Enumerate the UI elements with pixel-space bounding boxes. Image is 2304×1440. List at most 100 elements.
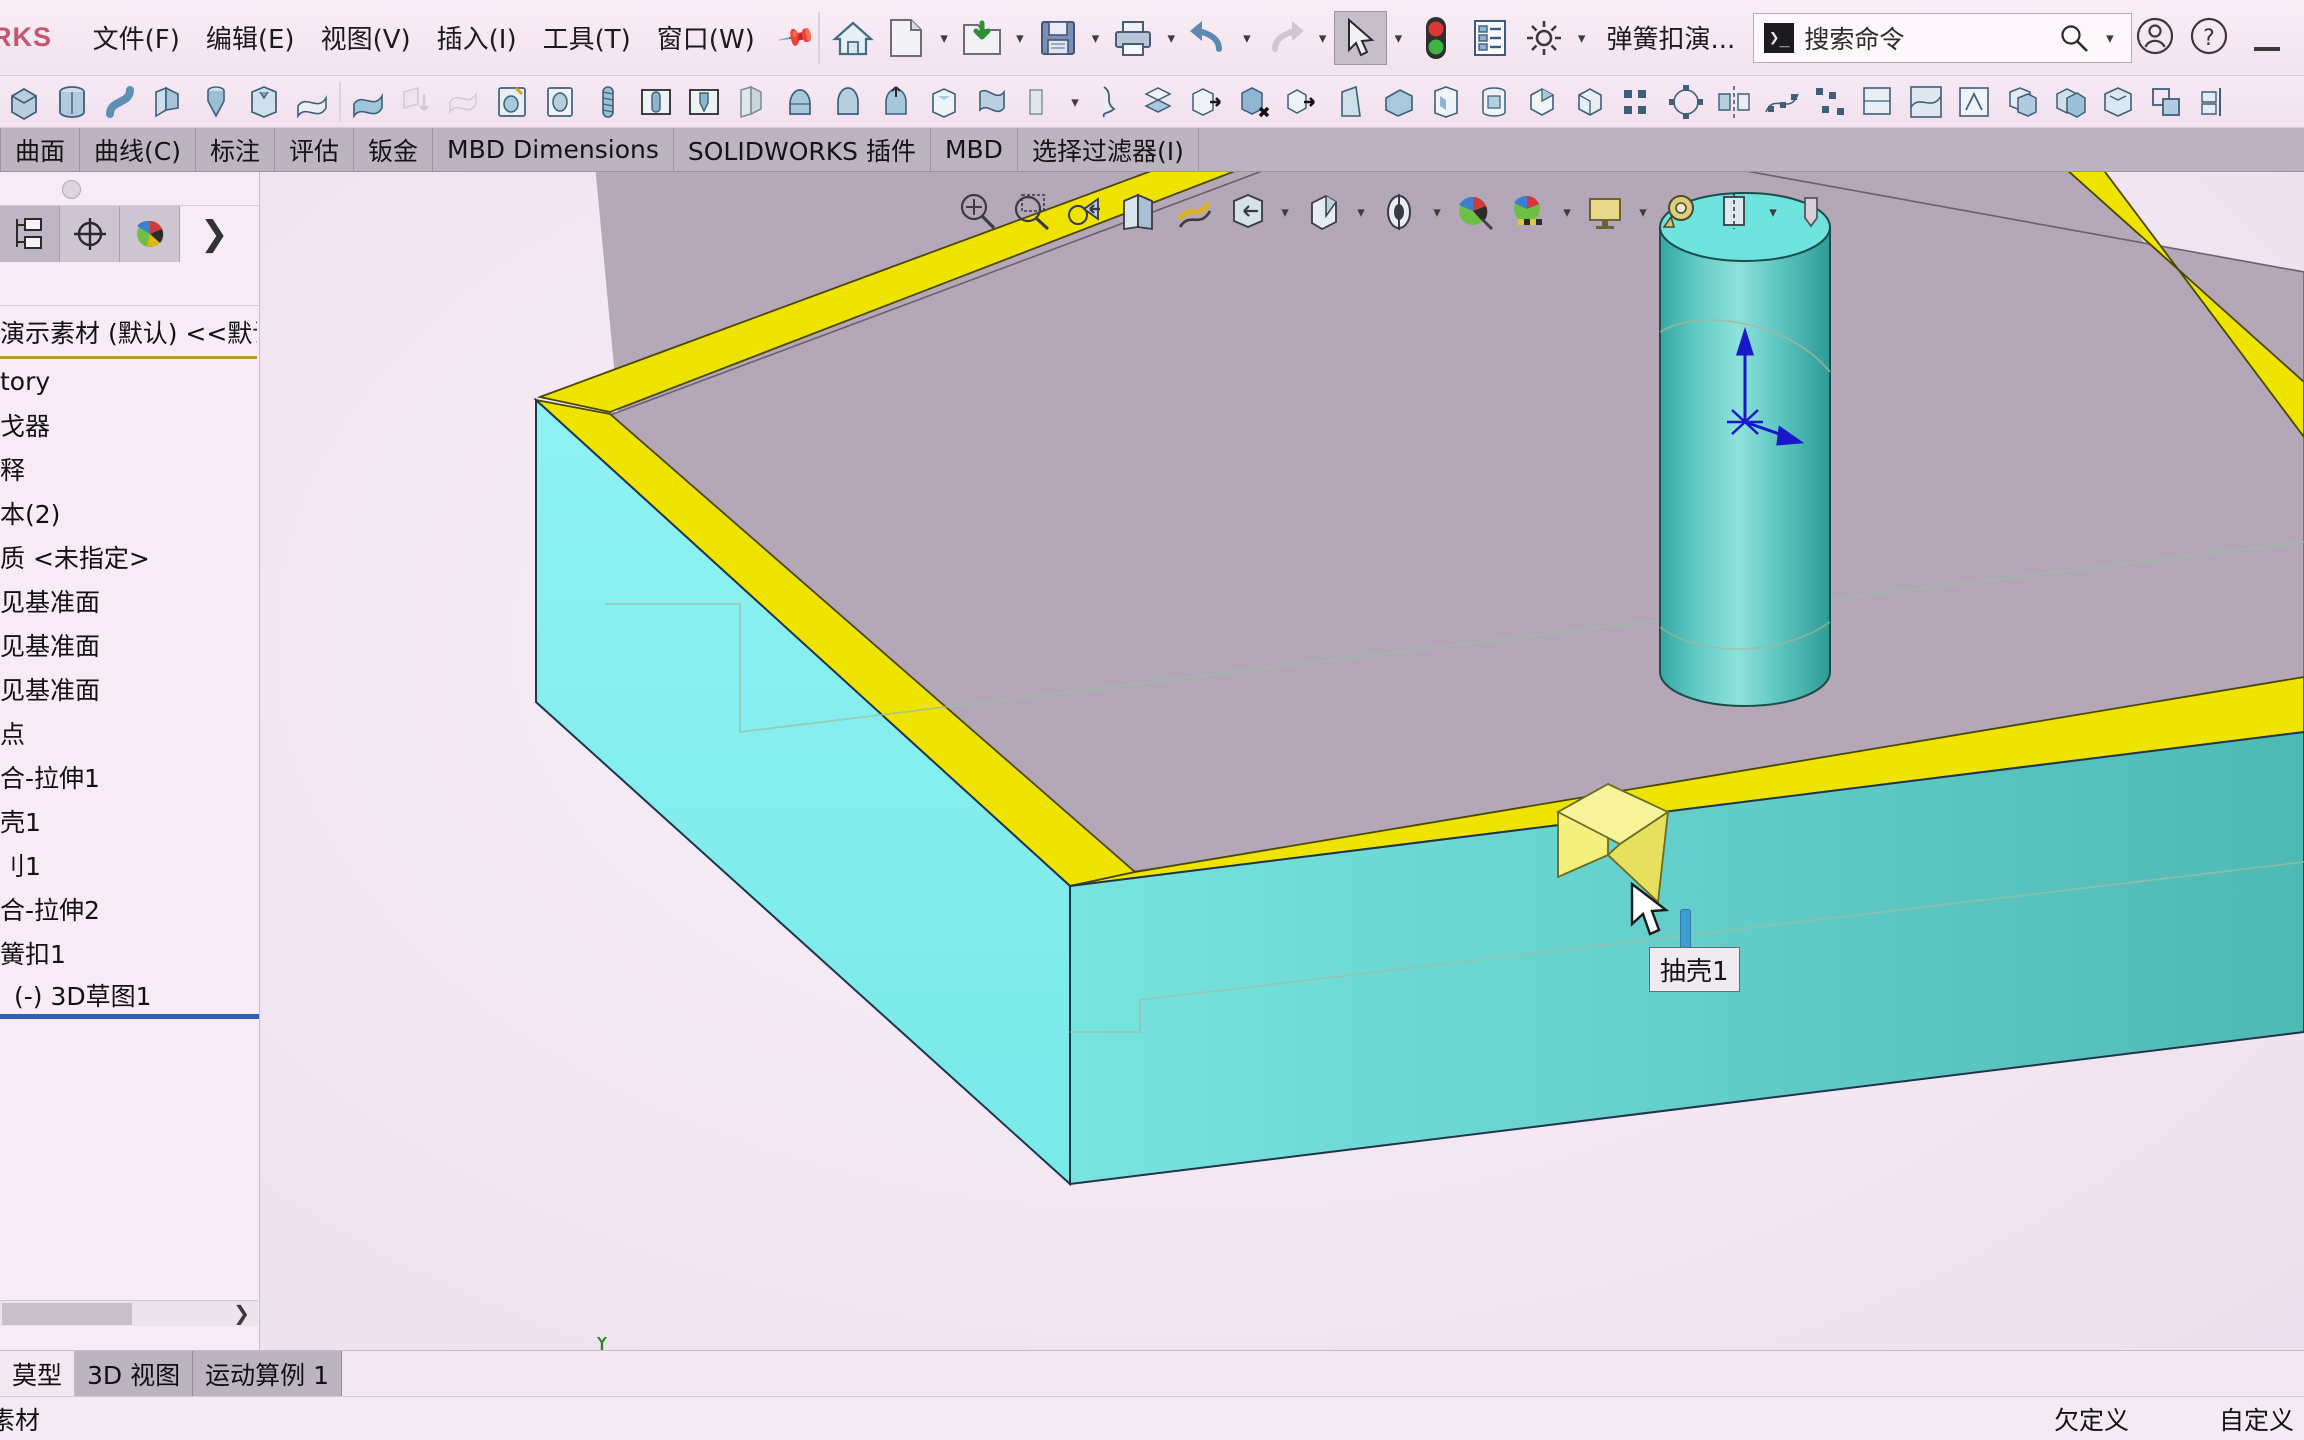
- lip-groove-icon[interactable]: [1470, 78, 1518, 126]
- scrollbar-thumb[interactable]: [2, 1302, 132, 1325]
- mirror-icon[interactable]: [1710, 78, 1758, 126]
- tab-mbd[interactable]: MBD: [931, 128, 1018, 171]
- intersect-icon[interactable]: [1998, 78, 2046, 126]
- search-caret[interactable]: ▾: [2099, 29, 2121, 47]
- tab-annotation[interactable]: 标注: [196, 128, 275, 171]
- open-document-caret[interactable]: ▾: [1009, 29, 1031, 47]
- curves-icon[interactable]: [1902, 78, 1950, 126]
- tree-root-node[interactable]: 演示素材 (默认) <<默认>: [0, 310, 257, 359]
- options-caret[interactable]: ▾: [1571, 29, 1593, 47]
- user-account-icon[interactable]: [2132, 13, 2182, 63]
- tree-item-origin[interactable]: 点: [0, 711, 259, 755]
- offset-surface-icon[interactable]: [392, 78, 440, 126]
- previous-view-icon[interactable]: [1058, 185, 1112, 239]
- surface-patch-icon[interactable]: [288, 78, 336, 126]
- rebuild-button[interactable]: [1409, 11, 1463, 65]
- view-orientation-icon[interactable]: [1166, 185, 1220, 239]
- dimension-icon[interactable]: [1708, 185, 1762, 239]
- tree-item-front-plane[interactable]: 见基准面: [0, 579, 259, 623]
- scroll-right-arrow[interactable]: ❯: [233, 1301, 258, 1326]
- menu-view[interactable]: 视图(V): [308, 13, 424, 62]
- tab-selection-filter[interactable]: 选择过滤器(I): [1018, 128, 1199, 171]
- imported-body-icon[interactable]: [1278, 78, 1326, 126]
- panel-pin-icon[interactable]: [62, 180, 81, 199]
- mounting-boss-icon[interactable]: [1326, 78, 1374, 126]
- tab-sheetmetal[interactable]: 钣金: [354, 128, 434, 171]
- menu-window[interactable]: 窗口(W): [644, 13, 768, 62]
- appearance-sphere-icon[interactable]: [1448, 185, 1502, 239]
- flex-icon[interactable]: [968, 78, 1016, 126]
- tab-evaluate[interactable]: 评估: [275, 128, 355, 171]
- bottom-tab-3d-views[interactable]: 3D 视图: [75, 1351, 194, 1396]
- hole-wizard-icon[interactable]: [240, 78, 288, 126]
- indent-icon[interactable]: [920, 78, 968, 126]
- open-document-button[interactable]: [955, 11, 1009, 65]
- dome-icon[interactable]: [776, 78, 824, 126]
- help-question-icon[interactable]: ?: [2186, 13, 2236, 63]
- display-manager-tab[interactable]: [120, 206, 180, 262]
- select-button[interactable]: [1333, 10, 1388, 65]
- minimize-button[interactable]: [2240, 11, 2294, 65]
- tree-item-shell-1[interactable]: 壳1: [0, 799, 259, 843]
- chamfer-icon[interactable]: [1566, 78, 1614, 126]
- view-settings-caret[interactable]: ▾: [1426, 203, 1448, 221]
- tree-item-cut-1[interactable]: 刂1: [0, 843, 259, 887]
- vent-icon[interactable]: [1422, 78, 1470, 126]
- snap-hook-icon[interactable]: [1374, 78, 1422, 126]
- tree-item-history[interactable]: tory: [0, 359, 259, 403]
- rib-icon[interactable]: [728, 78, 776, 126]
- revolved-boss-icon[interactable]: [48, 78, 96, 126]
- stud-wizard-icon[interactable]: [632, 78, 680, 126]
- curve-driven-pattern-icon[interactable]: [1758, 78, 1806, 126]
- shape-feature-icon[interactable]: [824, 78, 872, 126]
- freeform-icon[interactable]: [1086, 78, 1134, 126]
- home-button[interactable]: [826, 11, 880, 65]
- scene-caret[interactable]: ▾: [1556, 203, 1578, 221]
- save-button[interactable]: [1031, 11, 1085, 65]
- select-caret[interactable]: ▾: [1387, 29, 1409, 47]
- tab-solidworks-addins[interactable]: SOLIDWORKS 插件: [674, 128, 931, 171]
- zoom-area-icon[interactable]: [1004, 185, 1058, 239]
- wrap-icon[interactable]: [1016, 78, 1064, 126]
- model-pin-icon[interactable]: [1784, 185, 1838, 239]
- sketch-driven-pattern-icon[interactable]: [1806, 78, 1854, 126]
- tree-item-material[interactable]: 质 <未指定>: [0, 535, 259, 579]
- instant3d-icon[interactable]: [488, 78, 536, 126]
- pin-icon[interactable]: 📌: [776, 17, 817, 58]
- tab-surfaces[interactable]: 曲面: [0, 128, 81, 171]
- reference-geometry-icon[interactable]: [1854, 78, 1902, 126]
- bottom-tab-motion-study-1[interactable]: 运动算例 1: [193, 1351, 342, 1396]
- tab-curves[interactable]: 曲线(C): [80, 128, 196, 171]
- bottom-tab-model[interactable]: 莫型: [0, 1351, 76, 1396]
- deform-icon[interactable]: [872, 78, 920, 126]
- tree-item-right-plane[interactable]: 见基准面: [0, 667, 259, 711]
- tree-item-springclip-1[interactable]: 簧扣1: [0, 931, 259, 975]
- tree-item-boss-extrude-1[interactable]: 合-拉伸1: [0, 755, 259, 799]
- menu-file[interactable]: 文件(F): [80, 13, 193, 62]
- print-caret[interactable]: ▾: [1160, 29, 1182, 47]
- linear-pattern-icon[interactable]: [1614, 78, 1662, 126]
- panel-horizontal-scrollbar[interactable]: ❯: [0, 1300, 258, 1326]
- undo-caret[interactable]: ▾: [1236, 29, 1258, 47]
- delete-body-icon[interactable]: [1230, 78, 1278, 126]
- display-style-icon[interactable]: [1220, 185, 1274, 239]
- shell-icon[interactable]: [2094, 78, 2142, 126]
- thread-icon[interactable]: [584, 78, 632, 126]
- apply-scene-caret[interactable]: ▾: [1632, 203, 1654, 221]
- new-document-caret[interactable]: ▾: [933, 29, 955, 47]
- swept-boss-icon[interactable]: [96, 78, 144, 126]
- draft-icon[interactable]: [536, 78, 584, 126]
- redo-caret[interactable]: ▾: [1312, 29, 1334, 47]
- display-style-caret[interactable]: ▾: [1274, 203, 1296, 221]
- screw-icon[interactable]: [680, 78, 728, 126]
- redo-button[interactable]: [1258, 11, 1312, 65]
- menu-insert[interactable]: 插入(I): [424, 13, 530, 62]
- lofted-boss-icon[interactable]: [144, 78, 192, 126]
- filled-surface-icon[interactable]: [344, 78, 392, 126]
- print-button[interactable]: [1107, 11, 1161, 65]
- tree-item-annotations[interactable]: 释: [0, 447, 259, 491]
- tab-mbd-dimensions[interactable]: MBD Dimensions: [433, 128, 674, 171]
- file-properties-button[interactable]: [1463, 11, 1517, 65]
- options-button[interactable]: [1517, 11, 1571, 65]
- fillet-icon[interactable]: [1518, 78, 1566, 126]
